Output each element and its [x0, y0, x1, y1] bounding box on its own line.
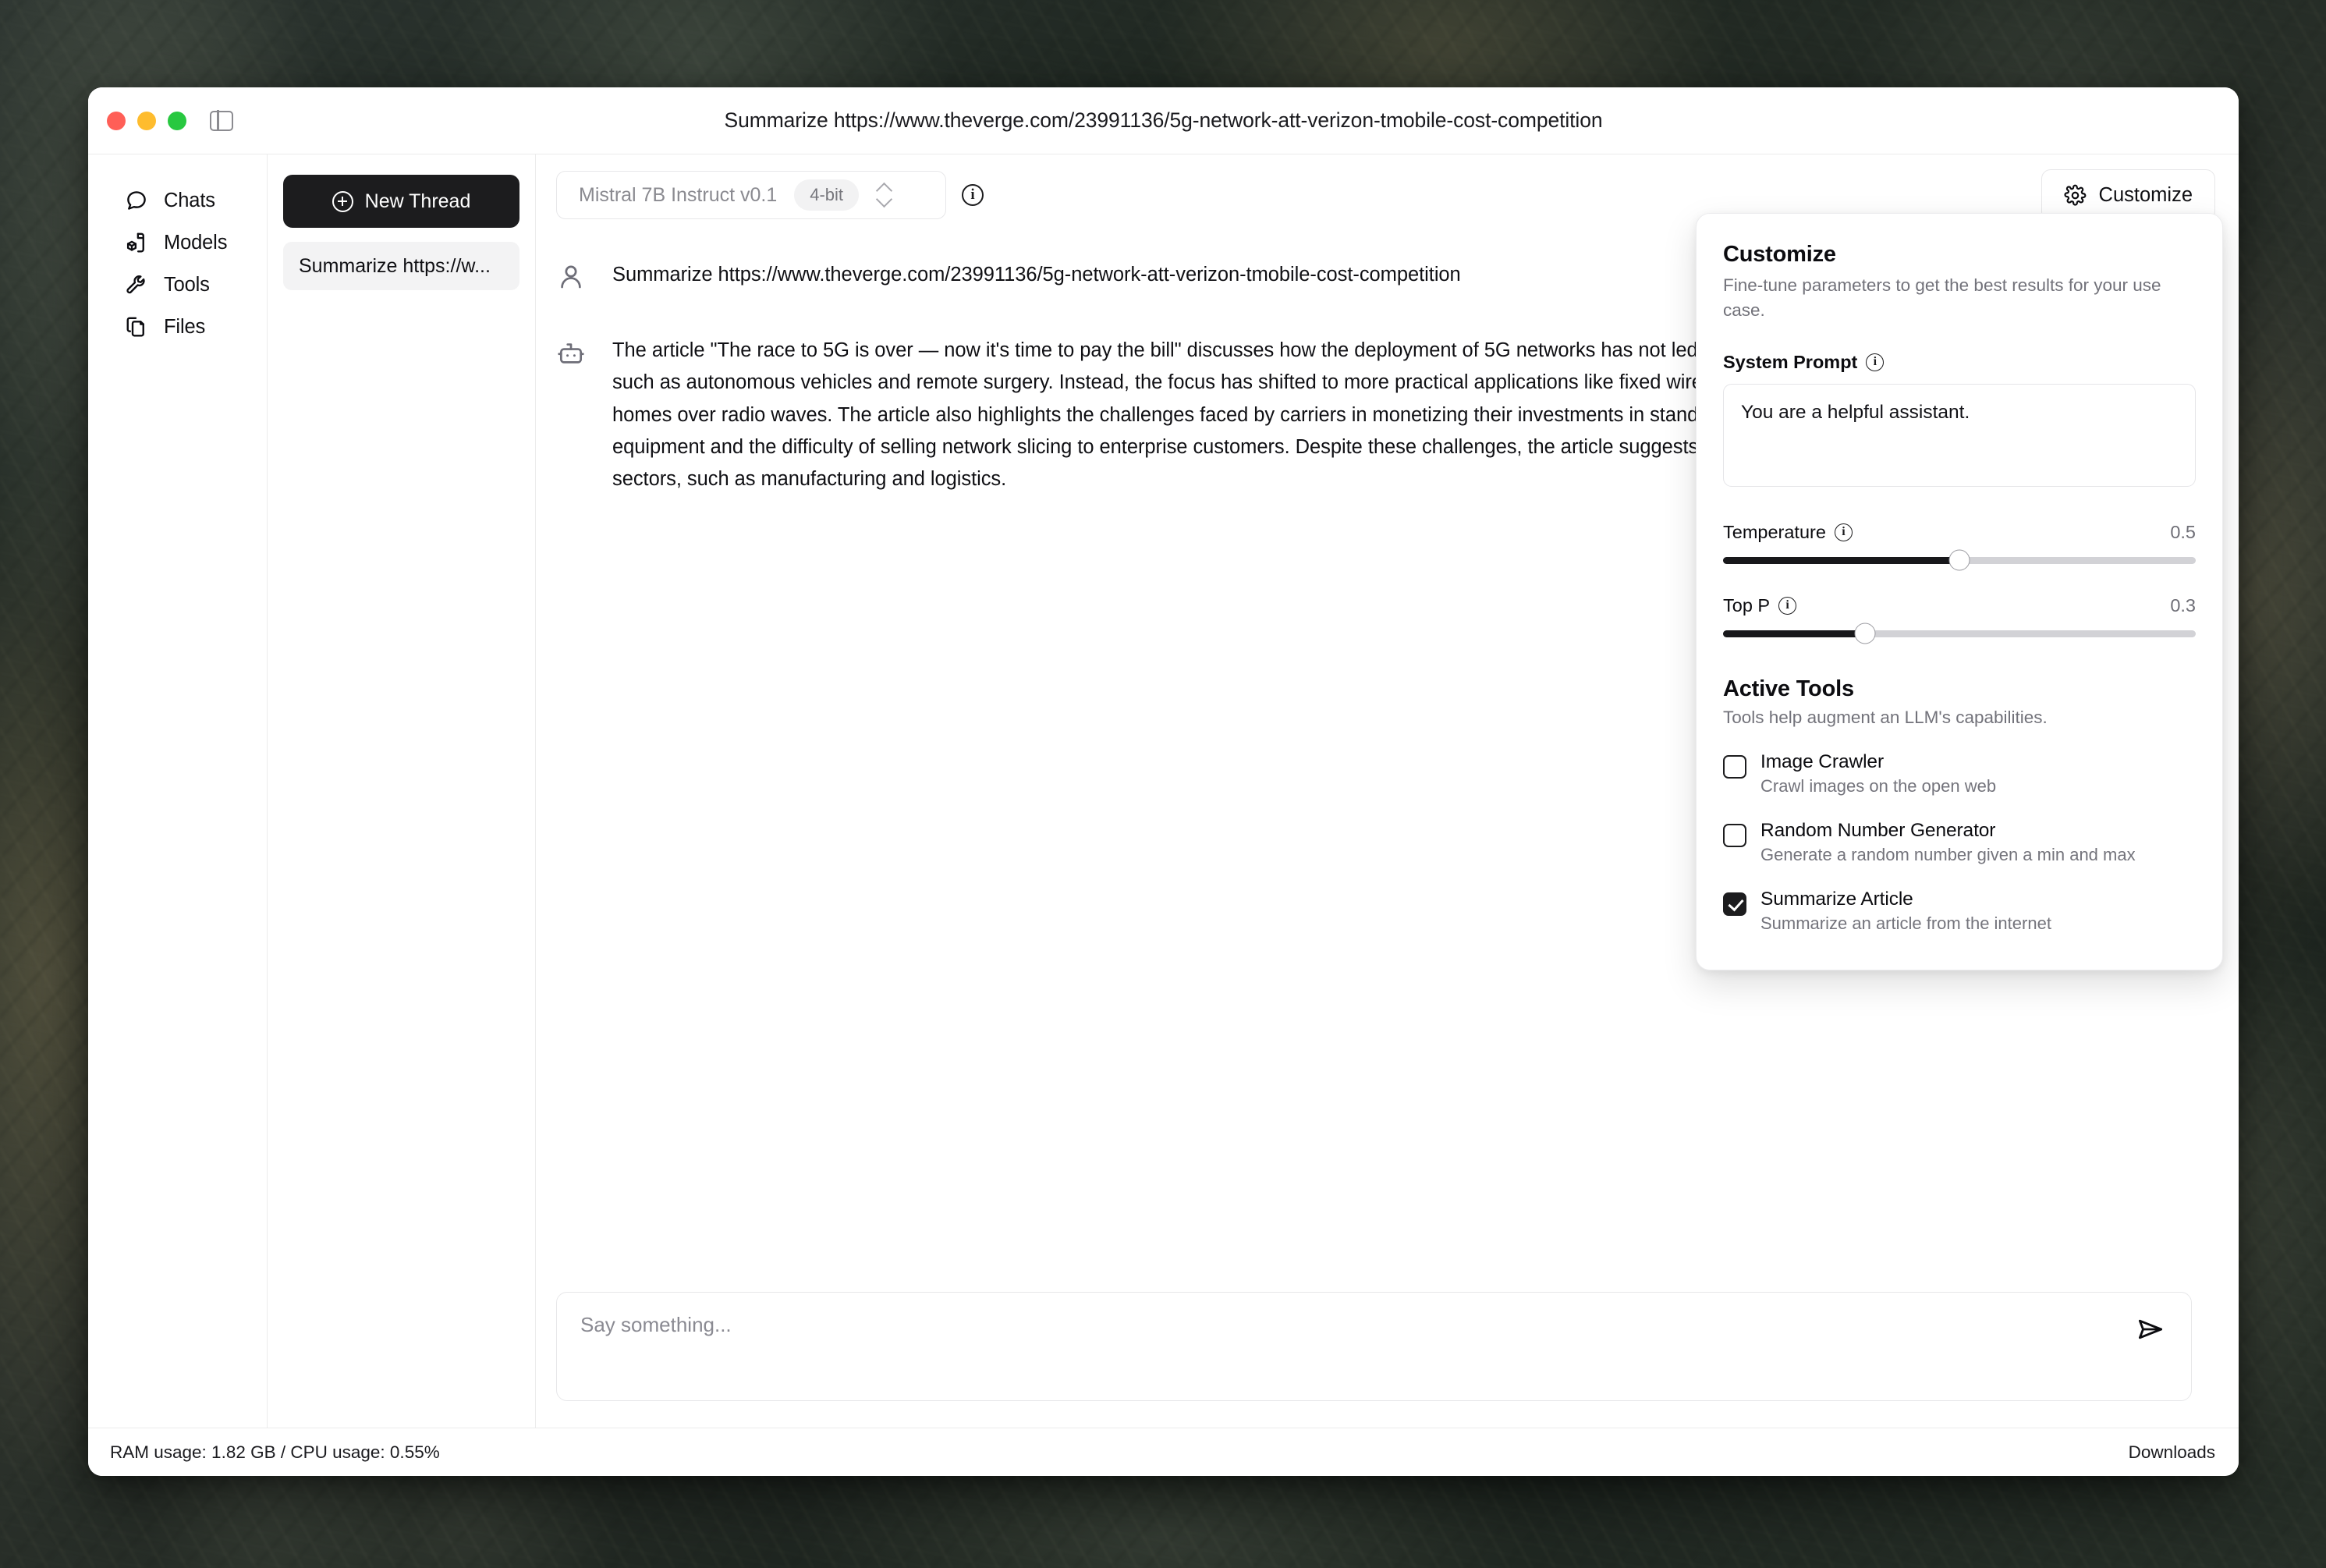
sidebar-item-label: Files — [164, 316, 205, 339]
maximize-window-button[interactable] — [168, 112, 186, 130]
temperature-slider-fill — [1723, 557, 1959, 564]
chevron-updown-icon — [876, 182, 893, 208]
thread-list-item[interactable]: Summarize https://w... — [283, 242, 519, 290]
tool-checkbox[interactable] — [1723, 892, 1746, 916]
sidebar-item-chats[interactable]: Chats — [99, 179, 256, 222]
sidebar-item-label: Tools — [164, 274, 210, 296]
plus-circle-icon — [332, 191, 353, 212]
tool-name: Summarize Article — [1760, 889, 2051, 910]
tool-description: Crawl images on the open web — [1760, 776, 1996, 796]
topp-label: Top P — [1723, 595, 1770, 616]
active-tools-subtitle: Tools help augment an LLM's capabilities… — [1723, 708, 2196, 728]
temperature-row: Temperature i 0.5 — [1723, 522, 2196, 543]
tool-text-group: Image Crawler Crawl images on the open w… — [1760, 751, 1996, 796]
tool-text-group: Random Number Generator Generate a rando… — [1760, 820, 2136, 865]
model-info-icon[interactable]: i — [962, 184, 984, 206]
panel-subtitle: Fine-tune parameters to get the best res… — [1723, 273, 2196, 323]
wrench-icon — [124, 272, 149, 297]
sidebar-item-label: Models — [164, 232, 227, 254]
model-box-icon — [124, 230, 149, 255]
temperature-slider[interactable] — [1723, 557, 2196, 564]
navigation-sidebar: Chats Models — [88, 154, 268, 1428]
topp-value: 0.3 — [2170, 595, 2196, 616]
tool-item[interactable]: Random Number Generator Generate a rando… — [1723, 820, 2196, 865]
system-prompt-info-icon[interactable]: i — [1866, 353, 1884, 371]
close-window-button[interactable] — [107, 112, 126, 130]
system-prompt-label-row: System Prompt i — [1723, 352, 2196, 373]
app-window: Summarize https://www.theverge.com/23991… — [88, 87, 2239, 1476]
model-selector[interactable]: Mistral 7B Instruct v0.1 4-bit — [556, 171, 946, 219]
composer-wrapper — [536, 1292, 2239, 1428]
tool-item[interactable]: Image Crawler Crawl images on the open w… — [1723, 751, 2196, 796]
resource-usage-label: RAM usage: 1.82 GB / CPU usage: 0.55% — [110, 1442, 440, 1463]
quantization-badge: 4-bit — [794, 179, 859, 211]
tool-name: Random Number Generator — [1760, 820, 2136, 842]
topp-row: Top P i 0.3 — [1723, 595, 2196, 616]
status-bar: RAM usage: 1.82 GB / CPU usage: 0.55% Do… — [88, 1428, 2239, 1476]
gear-icon — [2064, 184, 2087, 207]
topp-info-icon[interactable]: i — [1778, 597, 1796, 615]
tool-name: Image Crawler — [1760, 751, 1996, 773]
customize-button-label: Customize — [2099, 184, 2193, 207]
sidebar-item-files[interactable]: Files — [99, 306, 256, 348]
send-paper-plane-icon — [2136, 1314, 2165, 1346]
sidebar-toggle-icon[interactable] — [210, 111, 233, 131]
tool-description: Summarize an article from the internet — [1760, 913, 2051, 934]
topp-slider[interactable] — [1723, 630, 2196, 637]
sidebar-item-tools[interactable]: Tools — [99, 264, 256, 306]
traffic-light-controls — [107, 111, 233, 131]
message-text: Summarize https://www.theverge.com/23991… — [612, 259, 1461, 296]
tool-checkbox[interactable] — [1723, 755, 1746, 779]
topp-slider-thumb[interactable] — [1854, 623, 1875, 644]
tool-checkbox[interactable] — [1723, 824, 1746, 847]
message-composer[interactable] — [556, 1292, 2192, 1401]
system-prompt-label: System Prompt — [1723, 352, 1857, 373]
tool-item[interactable]: Summarize Article Summarize an article f… — [1723, 889, 2196, 934]
thread-item-label: Summarize https://w... — [299, 255, 491, 278]
threads-sidebar: New Thread Summarize https://w... — [268, 154, 536, 1428]
temperature-label-group: Temperature i — [1723, 522, 1853, 543]
temperature-value: 0.5 — [2170, 522, 2196, 543]
files-copy-icon — [124, 314, 149, 339]
sidebar-item-models[interactable]: Models — [99, 222, 256, 264]
panel-title: Customize — [1723, 242, 2196, 268]
window-title: Summarize https://www.theverge.com/23991… — [88, 108, 2239, 133]
temperature-slider-thumb[interactable] — [1949, 550, 1970, 571]
system-prompt-input[interactable]: You are a helpful assistant. — [1723, 384, 2196, 487]
title-bar: Summarize https://www.theverge.com/23991… — [88, 87, 2239, 154]
topp-label-group: Top P i — [1723, 595, 1796, 616]
send-button[interactable] — [2133, 1313, 2168, 1347]
tool-text-group: Summarize Article Summarize an article f… — [1760, 889, 2051, 934]
sidebar-item-label: Chats — [164, 190, 215, 212]
new-thread-label: New Thread — [365, 190, 471, 213]
temperature-info-icon[interactable]: i — [1835, 523, 1853, 541]
chat-bubble-icon — [124, 188, 149, 213]
customize-popover: Customize Fine-tune parameters to get th… — [1696, 213, 2223, 970]
minimize-window-button[interactable] — [137, 112, 156, 130]
topp-slider-fill — [1723, 630, 1865, 637]
new-thread-button[interactable]: New Thread — [283, 175, 519, 228]
tool-description: Generate a random number given a min and… — [1760, 845, 2136, 865]
model-name-label: Mistral 7B Instruct v0.1 — [579, 184, 777, 207]
message-input[interactable] — [580, 1313, 2133, 1337]
user-icon — [556, 259, 587, 296]
robot-icon — [556, 335, 587, 495]
active-tools-title: Active Tools — [1723, 676, 2196, 702]
downloads-link[interactable]: Downloads — [2129, 1442, 2215, 1463]
temperature-label: Temperature — [1723, 522, 1826, 543]
